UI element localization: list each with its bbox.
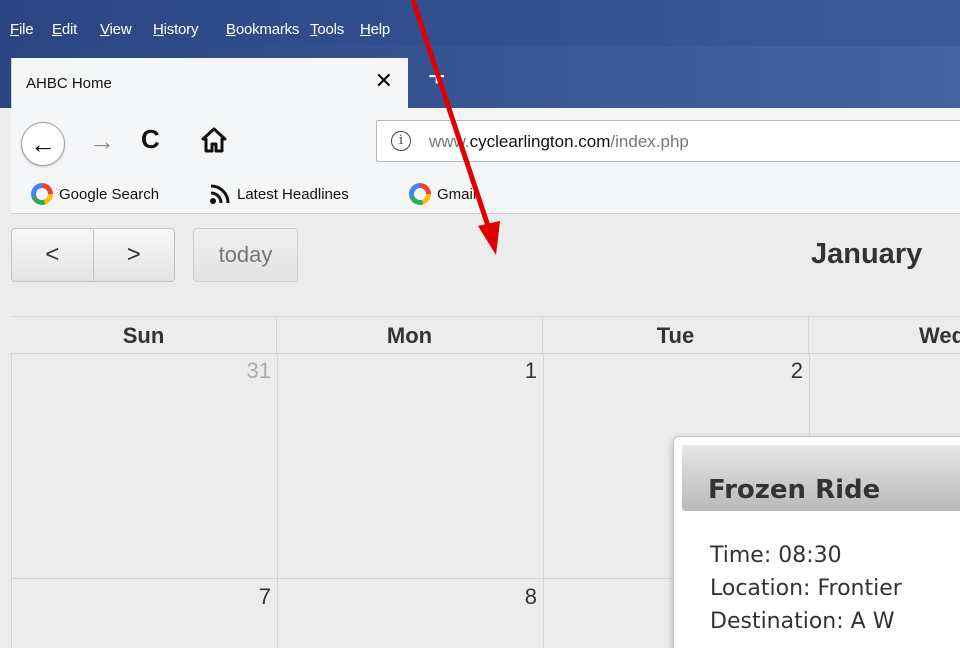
back-button[interactable]: ← [21, 122, 65, 166]
url-prefix: www. [429, 132, 470, 151]
grid-line [277, 354, 278, 648]
weekday-wed: Wed [918, 323, 960, 348]
event-destination: Destination: A W [710, 609, 895, 634]
menu-bookmarks[interactable]: Bookmarks [226, 21, 299, 38]
grid-line [11, 354, 12, 648]
menu-file[interactable]: File [10, 21, 34, 38]
menu-bar: File Edit View History Bookmarks Tools H… [0, 0, 960, 46]
menu-help[interactable]: Help [360, 21, 390, 38]
prev-month-button[interactable]: < [12, 229, 93, 281]
tab-strip: AHBC Home ✕ + [0, 46, 960, 108]
event-location: Location: Frontier [710, 576, 902, 601]
event-popover: Frozen Ride Time: 08:30 Location: Fronti… [673, 436, 960, 648]
bookmarks-toolbar: Google Search Latest Headlines Gmail [11, 178, 960, 214]
next-month-button[interactable]: > [92, 229, 175, 281]
close-icon[interactable]: ✕ [375, 70, 393, 92]
bookmark-google-search[interactable]: Google Search [31, 183, 159, 205]
calendar-nav-group: < > [11, 228, 175, 282]
event-title: Frozen Ride [708, 475, 881, 505]
tab-title: AHBC Home [26, 75, 112, 92]
day-cell-1[interactable]: 1 [497, 358, 537, 384]
bookmark-label: Google Search [59, 185, 160, 203]
weekday-mon: Mon [277, 317, 543, 355]
rss-icon [210, 184, 230, 204]
day-cell-8[interactable]: 8 [497, 584, 537, 610]
menu-view[interactable]: View [100, 21, 132, 38]
forward-button[interactable]: → [89, 128, 115, 154]
weekday-tue: Tue [543, 317, 809, 355]
menu-history[interactable]: History [153, 21, 198, 38]
day-cell-2[interactable]: 2 [763, 358, 803, 384]
home-icon[interactable] [201, 126, 227, 154]
bookmark-label: Gmail [437, 185, 477, 203]
google-icon [409, 183, 431, 205]
google-icon [31, 183, 53, 205]
month-title: January [811, 238, 923, 270]
url-bar[interactable]: i www.cyclearlington.com/index.php [376, 120, 960, 162]
url-text: www.cyclearlington.com/index.php [429, 132, 689, 152]
weekday-sun: Sun [11, 317, 277, 355]
menu-tools[interactable]: Tools [310, 21, 344, 38]
url-path: /index.php [610, 132, 689, 151]
navigation-toolbar: ← → C i www.cyclearlington.com/index.php [11, 108, 960, 178]
new-tab-icon[interactable]: + [428, 62, 446, 92]
bookmark-gmail[interactable]: Gmail [409, 183, 476, 205]
menu-edit[interactable]: Edit [52, 21, 77, 38]
weekday-header-row: Sun Mon Tue Wed [11, 316, 960, 355]
popover-header: Frozen Ride [682, 445, 960, 511]
popover-body: Time: 08:30 Location: Frontier Destinati… [710, 539, 902, 638]
info-icon[interactable]: i [391, 131, 411, 151]
event-time: Time: 08:30 [710, 543, 842, 568]
grid-line [543, 354, 544, 648]
today-button[interactable]: today [193, 228, 298, 282]
bookmark-latest-headlines[interactable]: Latest Headlines [209, 183, 349, 205]
day-cell-31[interactable]: 31 [231, 358, 271, 384]
url-host: cyclearlington.com [469, 132, 611, 151]
tab-ahbc-home[interactable]: AHBC Home ✕ [11, 58, 408, 108]
day-cell-7[interactable]: 7 [231, 584, 271, 610]
back-arrow-icon: ← [30, 128, 56, 159]
reload-icon[interactable]: C [141, 126, 160, 152]
bookmark-label: Latest Headlines [237, 185, 349, 203]
